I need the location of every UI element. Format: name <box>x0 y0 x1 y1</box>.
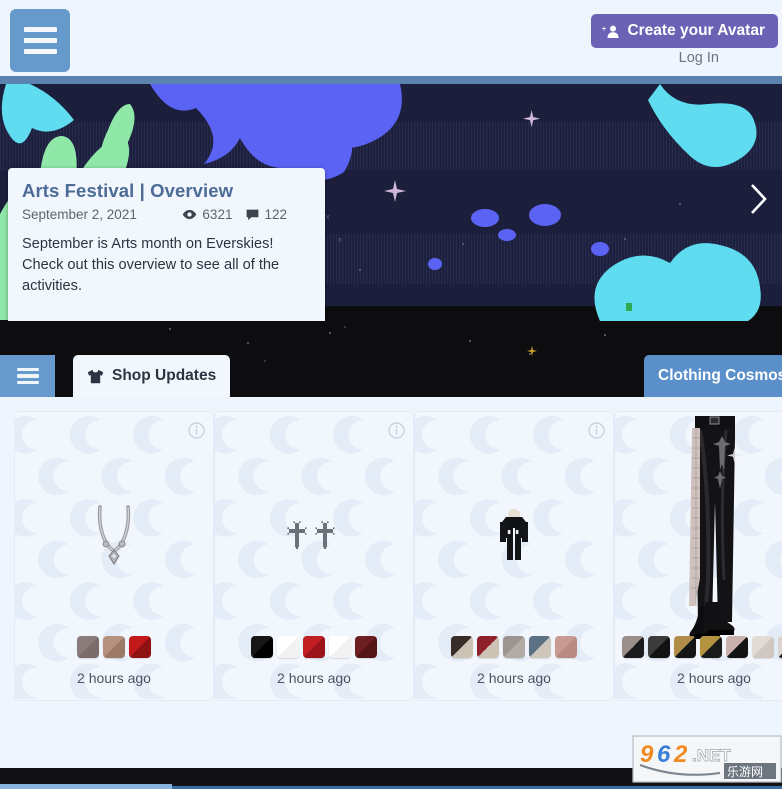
news-date: September 2, 2021 <box>22 207 137 222</box>
news-stats: 6321 122 <box>182 207 287 222</box>
color-swatches <box>15 636 213 658</box>
comments-stat: 122 <box>246 207 287 222</box>
tab-row: Shop Updates Clothing Cosmos <box>0 355 782 397</box>
tab-cosmos-label: Clothing Cosmos <box>658 367 782 384</box>
card-timestamp: 2 hours ago <box>477 670 551 686</box>
color-swatch[interactable] <box>129 636 151 658</box>
color-swatch[interactable] <box>726 636 748 658</box>
tab-menu-button[interactable] <box>0 355 55 397</box>
eye-icon <box>183 209 197 220</box>
card-strip: 2 hours ago 2 hours ago 2 hours ago 2 ho… <box>0 411 782 701</box>
top-header: + Create your Avatar Log In <box>0 0 782 76</box>
banner-next-button[interactable] <box>742 177 776 221</box>
shop-updates-list: 2 hours ago 2 hours ago 2 hours ago 2 ho… <box>0 397 782 768</box>
news-title: Arts Festival | Overview <box>22 180 234 201</box>
product-card[interactable]: 2 hours ago <box>14 411 214 701</box>
color-swatch[interactable] <box>622 636 644 658</box>
news-body: September is Arts month on Everskies! Ch… <box>22 236 280 294</box>
color-swatch[interactable] <box>648 636 670 658</box>
hamburger-icon <box>23 38 57 43</box>
svg-text:x: x <box>326 214 330 221</box>
silver-necklace-item <box>97 505 131 565</box>
create-avatar-label: Create your Avatar <box>627 22 765 39</box>
color-swatch[interactable] <box>700 636 722 658</box>
cross-earrings-item <box>287 521 335 549</box>
color-swatch[interactable] <box>303 636 325 658</box>
tab-bar-zone: Shop Updates Clothing Cosmos <box>0 321 782 397</box>
views-count: 6321 <box>202 207 233 222</box>
color-swatch[interactable] <box>77 636 99 658</box>
hamburger-icon <box>23 27 57 32</box>
product-card[interactable]: 2 hours ago <box>414 411 614 701</box>
product-card[interactable]: 2 hours ago <box>614 411 782 701</box>
color-swatches <box>215 636 413 658</box>
watermark-cn: 乐游网 <box>727 765 763 779</box>
color-swatch[interactable] <box>529 636 551 658</box>
card-timestamp: 2 hours ago <box>277 670 351 686</box>
comments-count: 122 <box>264 207 287 222</box>
card-timestamp: 2 hours ago <box>677 670 751 686</box>
color-swatch[interactable] <box>277 636 299 658</box>
banner-top-strip <box>0 76 782 84</box>
svg-text:+: + <box>602 26 606 33</box>
hamburger-icon <box>16 367 39 372</box>
views-stat: 6321 <box>182 207 232 222</box>
color-swatch[interactable] <box>251 636 273 658</box>
color-swatch[interactable] <box>477 636 499 658</box>
hamburger-icon <box>16 374 39 378</box>
tab-shop-updates[interactable]: Shop Updates <box>73 355 231 397</box>
hamburger-icon <box>16 380 39 385</box>
page-root: + Create your Avatar Log In x x Arts Fes… <box>0 0 782 789</box>
color-swatch[interactable] <box>752 636 774 658</box>
product-image <box>15 430 213 642</box>
card-timestamp: 2 hours ago <box>77 670 151 686</box>
product-card[interactable]: 2 hours ago <box>214 411 414 701</box>
color-swatch[interactable] <box>329 636 351 658</box>
black-boot-pants-item <box>689 416 742 639</box>
color-swatch[interactable] <box>555 636 577 658</box>
color-swatch[interactable] <box>503 636 525 658</box>
watermark-962: 9 <box>640 741 654 768</box>
login-link[interactable]: Log In <box>679 50 719 66</box>
color-swatches <box>415 636 613 658</box>
tab-shop-label: Shop Updates <box>112 367 217 384</box>
product-image <box>615 412 782 652</box>
hamburger-icon <box>23 49 57 54</box>
news-banner: x x Arts Festival | Overview September 2… <box>0 76 782 321</box>
comment-icon <box>247 209 259 220</box>
news-meta: September 2, 2021 6321 122 <box>22 207 311 222</box>
color-swatch[interactable] <box>778 636 782 658</box>
news-card[interactable]: Arts Festival | Overview September 2, 20… <box>8 168 325 321</box>
product-image <box>215 430 413 642</box>
svg-text:x: x <box>338 237 342 244</box>
watermark-2: 2 <box>673 741 688 768</box>
product-image <box>415 430 613 642</box>
tshirt-icon <box>87 369 104 383</box>
color-swatches <box>615 636 782 658</box>
color-swatch[interactable] <box>674 636 696 658</box>
color-swatch[interactable] <box>355 636 377 658</box>
watermark-6: 6 <box>657 741 671 768</box>
color-swatch[interactable] <box>103 636 125 658</box>
create-avatar-button[interactable]: + Create your Avatar <box>591 14 778 48</box>
site-watermark: 9 6 2 .NET 乐游网 <box>632 735 782 783</box>
main-menu-button[interactable] <box>10 9 70 72</box>
color-swatch[interactable] <box>451 636 473 658</box>
watermark-net: .NET <box>692 746 731 765</box>
dark-coat-outfit-item <box>500 509 528 560</box>
chevron-right-icon <box>751 183 767 214</box>
tab-clothing-cosmos[interactable]: Clothing Cosmos <box>644 355 782 397</box>
footer-tab-highlight <box>0 784 172 789</box>
user-plus-icon: + <box>602 24 620 39</box>
